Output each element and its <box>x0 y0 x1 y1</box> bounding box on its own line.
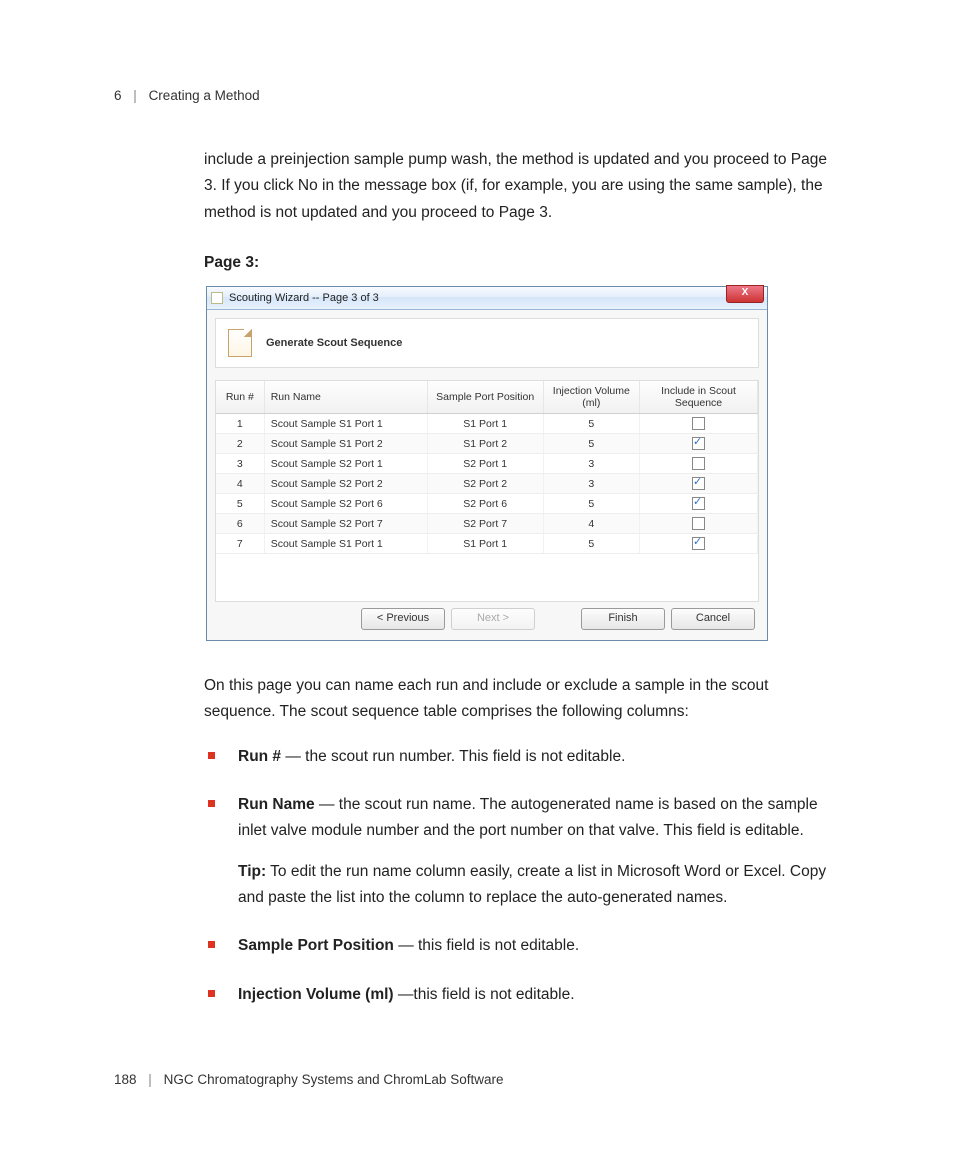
intro-paragraph: include a preinjection sample pump wash,… <box>204 147 840 226</box>
list-item-inj-vol: Injection Volume (ml) —this field is not… <box>204 982 840 1008</box>
cell-sample-port: S1 Port 1 <box>427 534 543 554</box>
cell-include[interactable] <box>640 534 758 554</box>
col-header-run-num[interactable]: Run # <box>216 381 264 414</box>
generate-header: Generate Scout Sequence <box>215 318 759 368</box>
cell-run-num: 5 <box>216 494 264 514</box>
book-title: NGC Chromatography Systems and ChromLab … <box>164 1072 504 1087</box>
cell-include[interactable] <box>640 474 758 494</box>
dialog-title: Scouting Wizard -- Page 3 of 3 <box>229 292 379 304</box>
col-header-run-name[interactable]: Run Name <box>264 381 427 414</box>
include-checkbox[interactable] <box>692 437 705 450</box>
list-item-run-num: Run # — the scout run number. This field… <box>204 744 840 770</box>
header-separator: | <box>133 88 137 103</box>
include-checkbox[interactable] <box>692 417 705 430</box>
text-sample-port: — this field is not editable. <box>394 937 579 954</box>
previous-button[interactable]: < Previous <box>361 608 445 630</box>
cell-inj-vol: 3 <box>543 454 639 474</box>
scouting-wizard-dialog: Scouting Wizard -- Page 3 of 3 X Generat… <box>206 286 768 641</box>
col-header-inj-vol[interactable]: Injection Volume (ml) <box>543 381 639 414</box>
table-row[interactable]: 7Scout Sample S1 Port 1S1 Port 15 <box>216 534 758 554</box>
grid-empty-area <box>216 554 758 601</box>
dialog-body: Generate Scout Sequence Run # Run Name S… <box>207 310 767 640</box>
label-inj-vol: Injection Volume (ml) <box>238 986 394 1003</box>
finish-button[interactable]: Finish <box>581 608 665 630</box>
cell-inj-vol: 5 <box>543 494 639 514</box>
tip-paragraph: Tip: To edit the run name column easily,… <box>238 859 840 912</box>
cell-run-name[interactable]: Scout Sample S2 Port 6 <box>264 494 427 514</box>
tip-text: To edit the run name column easily, crea… <box>238 863 826 906</box>
table-row[interactable]: 4Scout Sample S2 Port 2S2 Port 23 <box>216 474 758 494</box>
text-run-num: — the scout run number. This field is no… <box>281 748 625 765</box>
cell-inj-vol: 5 <box>543 434 639 454</box>
page-footer: 188 | NGC Chromatography Systems and Chr… <box>114 1072 840 1087</box>
page-number: 188 <box>114 1072 137 1087</box>
cell-run-name[interactable]: Scout Sample S2 Port 2 <box>264 474 427 494</box>
scout-sequence-grid: Run # Run Name Sample Port Position Inje… <box>215 380 759 602</box>
dialog-title-icon <box>211 292 223 304</box>
cell-inj-vol: 5 <box>543 414 639 434</box>
cell-run-num: 7 <box>216 534 264 554</box>
cancel-button[interactable]: Cancel <box>671 608 755 630</box>
cell-run-num: 6 <box>216 514 264 534</box>
cell-sample-port: S2 Port 1 <box>427 454 543 474</box>
cell-run-num: 2 <box>216 434 264 454</box>
label-sample-port: Sample Port Position <box>238 937 394 954</box>
include-checkbox[interactable] <box>692 457 705 470</box>
column-description-list: Run # — the scout run number. This field… <box>204 744 840 1008</box>
cell-sample-port: S1 Port 1 <box>427 414 543 434</box>
cell-run-num: 1 <box>216 414 264 434</box>
cell-include[interactable] <box>640 494 758 514</box>
dialog-button-row: < Previous Next > Finish Cancel <box>215 602 759 632</box>
text-inj-vol: —this field is not editable. <box>394 986 575 1003</box>
table-row[interactable]: 6Scout Sample S2 Port 7S2 Port 74 <box>216 514 758 534</box>
cell-inj-vol: 3 <box>543 474 639 494</box>
footer-separator: | <box>148 1072 152 1087</box>
list-item-sample-port: Sample Port Position — this field is not… <box>204 933 840 959</box>
include-checkbox[interactable] <box>692 537 705 550</box>
cell-inj-vol: 5 <box>543 534 639 554</box>
cell-include[interactable] <box>640 414 758 434</box>
generate-title: Generate Scout Sequence <box>266 337 402 349</box>
cell-run-name[interactable]: Scout Sample S2 Port 7 <box>264 514 427 534</box>
table-row[interactable]: 1Scout Sample S1 Port 1S1 Port 15 <box>216 414 758 434</box>
list-item-run-name: Run Name — the scout run name. The autog… <box>204 792 840 911</box>
text-run-name: — the scout run name. The autogenerated … <box>238 796 818 839</box>
cell-sample-port: S1 Port 2 <box>427 434 543 454</box>
document-icon <box>228 329 252 357</box>
include-checkbox[interactable] <box>692 477 705 490</box>
grid-header-row: Run # Run Name Sample Port Position Inje… <box>216 381 758 414</box>
cell-run-num: 4 <box>216 474 264 494</box>
chapter-title: Creating a Method <box>149 88 260 103</box>
col-header-sample-port[interactable]: Sample Port Position <box>427 381 543 414</box>
cell-sample-port: S2 Port 2 <box>427 474 543 494</box>
tip-label: Tip: <box>238 863 266 880</box>
include-checkbox[interactable] <box>692 517 705 530</box>
label-run-name: Run Name <box>238 796 315 813</box>
next-button: Next > <box>451 608 535 630</box>
include-checkbox[interactable] <box>692 497 705 510</box>
cell-run-name[interactable]: Scout Sample S2 Port 1 <box>264 454 427 474</box>
page-header: 6 | Creating a Method <box>114 88 840 103</box>
cell-include[interactable] <box>640 434 758 454</box>
chapter-number: 6 <box>114 88 122 103</box>
table-row[interactable]: 3Scout Sample S2 Port 1S2 Port 13 <box>216 454 758 474</box>
cell-run-name[interactable]: Scout Sample S1 Port 1 <box>264 534 427 554</box>
cell-sample-port: S2 Port 6 <box>427 494 543 514</box>
col-header-include[interactable]: Include in Scout Sequence <box>640 381 758 414</box>
section-heading-page3: Page 3: <box>204 254 840 272</box>
dialog-titlebar: Scouting Wizard -- Page 3 of 3 X <box>207 287 767 310</box>
table-row[interactable]: 2Scout Sample S1 Port 2S1 Port 25 <box>216 434 758 454</box>
cell-run-num: 3 <box>216 454 264 474</box>
label-run-num: Run # <box>238 748 281 765</box>
cell-run-name[interactable]: Scout Sample S1 Port 2 <box>264 434 427 454</box>
cell-run-name[interactable]: Scout Sample S1 Port 1 <box>264 414 427 434</box>
cell-sample-port: S2 Port 7 <box>427 514 543 534</box>
close-button[interactable]: X <box>726 285 764 303</box>
cell-include[interactable] <box>640 514 758 534</box>
table-row[interactable]: 5Scout Sample S2 Port 6S2 Port 65 <box>216 494 758 514</box>
cell-include[interactable] <box>640 454 758 474</box>
cell-inj-vol: 4 <box>543 514 639 534</box>
after-dialog-paragraph: On this page you can name each run and i… <box>204 673 840 726</box>
